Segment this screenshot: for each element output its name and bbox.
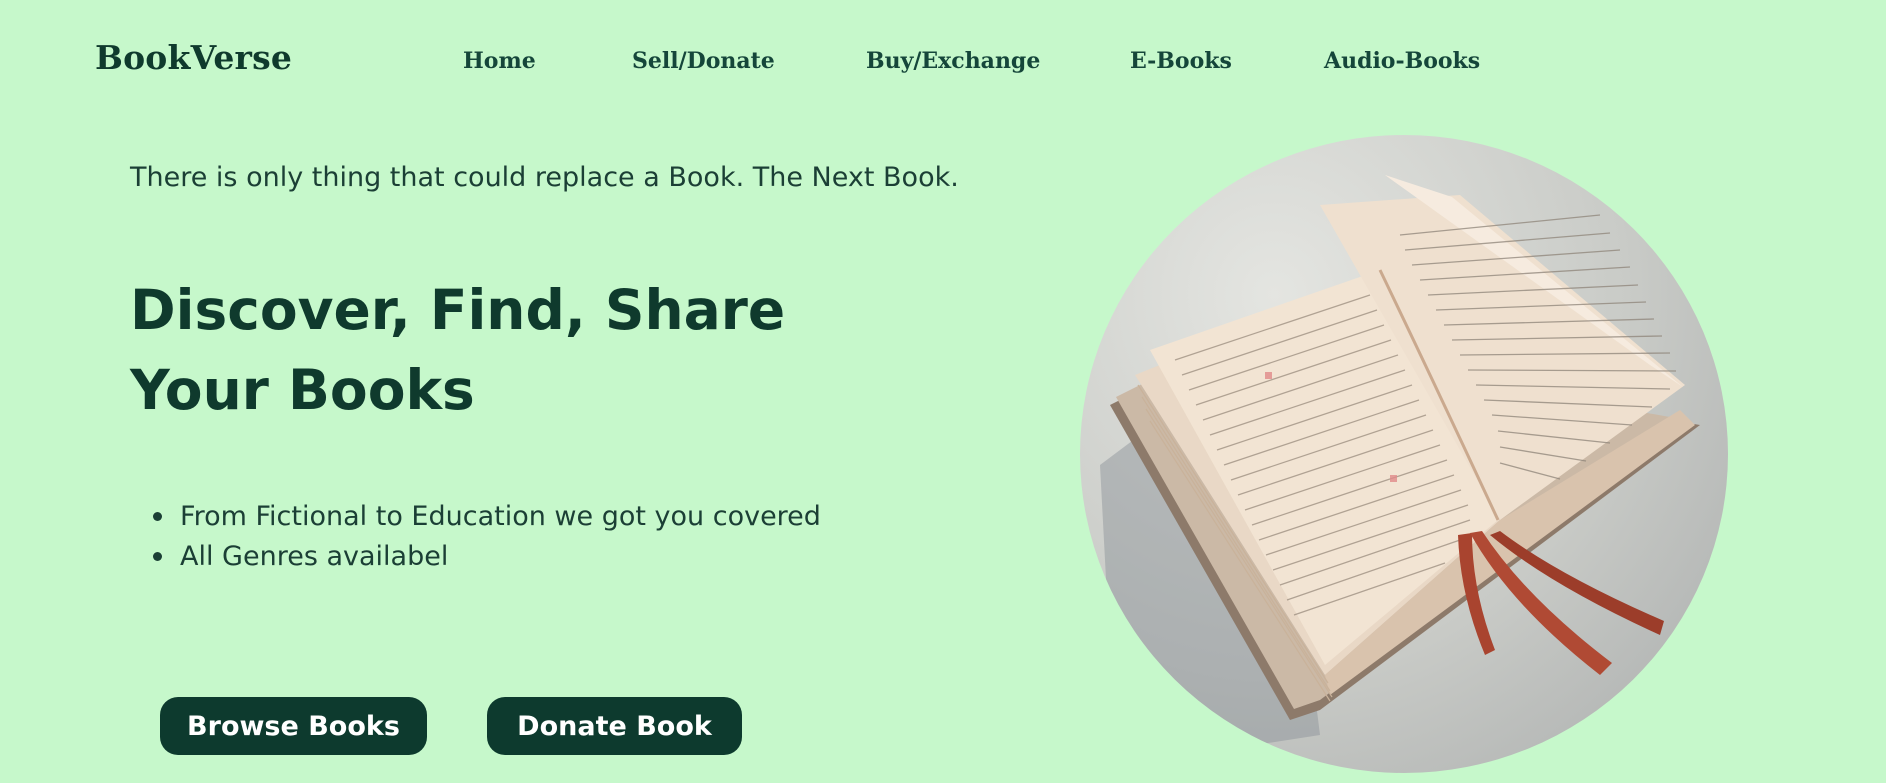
feature-list: From Fictional to Education we got you c… — [130, 497, 821, 577]
nav-item-audio-books[interactable]: Audio-Books — [1324, 48, 1480, 74]
nav-item-buy-exchange[interactable]: Buy/Exchange — [866, 48, 1040, 74]
hero-tagline: There is only thing that could replace a… — [130, 162, 959, 193]
feature-text: All Genres availabel — [180, 541, 449, 572]
nav-item-sell-donate[interactable]: Sell/Donate — [632, 48, 775, 74]
hero-headline: Discover, Find, Share Your Books — [130, 270, 785, 430]
open-book-icon — [1100, 175, 1700, 755]
feature-text: From Fictional to Education we got you c… — [180, 501, 821, 532]
bullet-icon — [153, 552, 162, 561]
nav-item-home[interactable]: Home — [463, 48, 536, 74]
feature-item: From Fictional to Education we got you c… — [130, 497, 821, 537]
hero-headline-line-2: Your Books — [130, 358, 475, 422]
nav-item-e-books[interactable]: E-Books — [1130, 48, 1232, 74]
bullet-icon — [153, 512, 162, 521]
feature-item: All Genres availabel — [130, 537, 821, 577]
donate-book-button[interactable]: Donate Book — [487, 697, 742, 755]
open-book-illustration — [1080, 135, 1728, 773]
hero-headline-line-1: Discover, Find, Share — [130, 278, 786, 342]
brand-logo[interactable]: BookVerse — [95, 38, 292, 77]
browse-books-button[interactable]: Browse Books — [160, 697, 427, 755]
